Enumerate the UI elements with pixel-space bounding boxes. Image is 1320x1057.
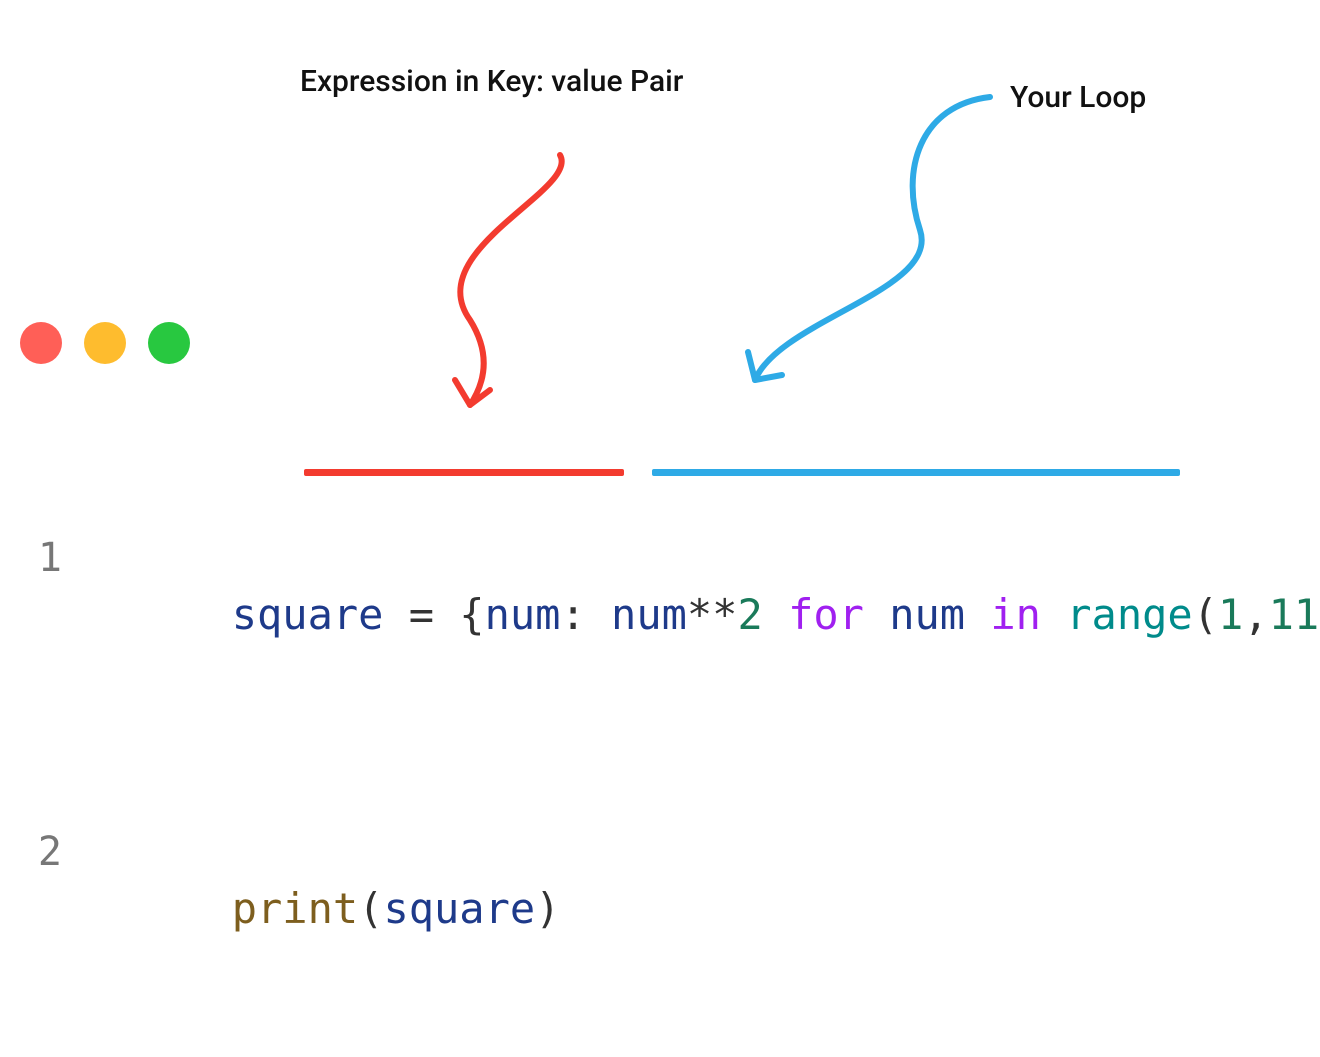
tok-two: 2: [737, 590, 762, 639]
tok-eq: =: [383, 590, 459, 639]
tok-for: for: [788, 590, 864, 639]
tok-var-square: square: [232, 590, 384, 639]
tok-colon: :: [560, 590, 611, 639]
tok-lparen2: (: [358, 884, 383, 933]
tok-in: in: [990, 590, 1041, 639]
line-number: 1: [20, 530, 62, 586]
tok-range: range: [1066, 590, 1192, 639]
tok-one: 1: [1218, 590, 1243, 639]
tok-space: [864, 590, 889, 639]
tok-space: [763, 590, 788, 639]
code-line-1: 1 square = {num: num**2 for num in range…: [20, 528, 1320, 704]
tok-val-num: num: [611, 590, 687, 639]
underline-expression: [304, 469, 624, 476]
tok-space: [1041, 590, 1066, 639]
tok-eleven: 11: [1269, 590, 1320, 639]
tok-pow: **: [687, 590, 738, 639]
tok-lbrace: {: [459, 590, 484, 639]
tok-lparen: (: [1193, 590, 1218, 639]
line-number: 2: [20, 824, 62, 880]
code-line-2: 2 print(square): [20, 822, 1320, 998]
tok-iter-num: num: [889, 590, 965, 639]
tok-comma: ,: [1243, 590, 1268, 639]
tok-print: print: [232, 884, 358, 933]
tok-space: [965, 590, 990, 639]
tok-arg-square: square: [383, 884, 535, 933]
tok-key-num: num: [485, 590, 561, 639]
code-block: 1 square = {num: num**2 for num in range…: [20, 410, 1320, 1057]
tok-rparen2: ): [535, 884, 560, 933]
underline-loop: [652, 469, 1180, 476]
